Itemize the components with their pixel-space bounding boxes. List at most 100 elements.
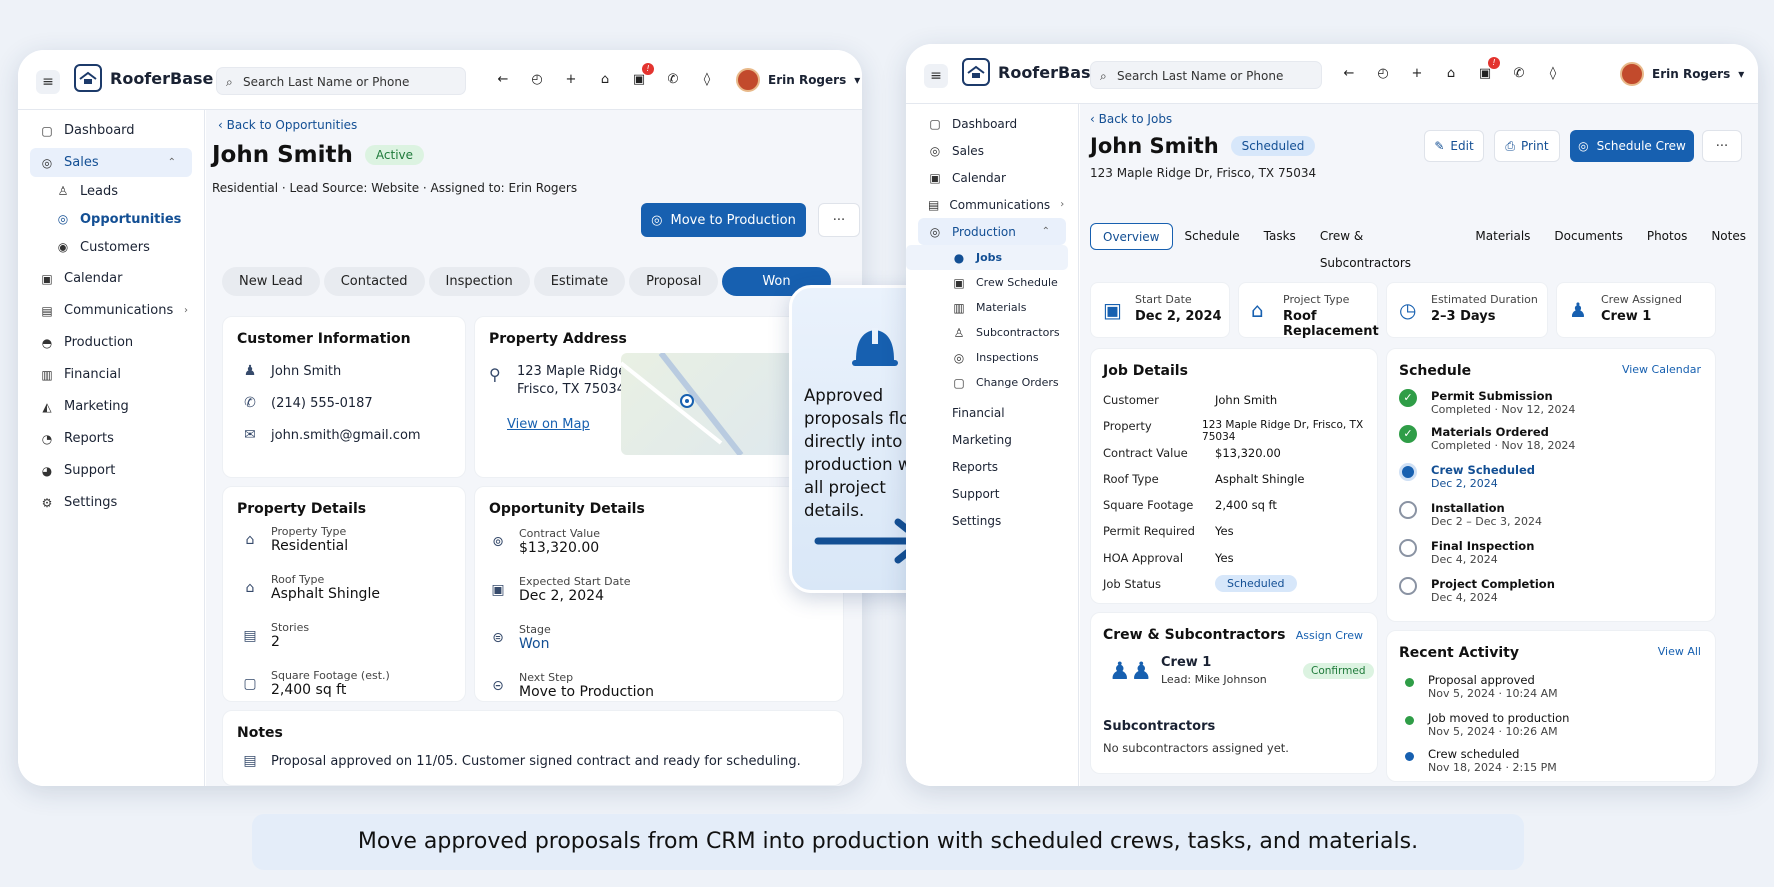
sidebar-item-jobs[interactable]: ● Jobs: [906, 245, 1068, 270]
inbox-icon[interactable]: ▣!: [632, 63, 654, 87]
sidebar-item-sales[interactable]: ◎ Sales ⌃: [30, 148, 192, 177]
current-step-icon: [1399, 463, 1417, 481]
back-link[interactable]: ‹ Back to Opportunities: [218, 118, 357, 132]
sidebar-item-settings[interactable]: Settings: [906, 507, 1078, 534]
dashboard-icon: ▢: [929, 116, 941, 131]
view-calendar-link[interactable]: View Calendar: [1622, 363, 1701, 376]
menu-icon[interactable]: ≡: [36, 70, 60, 94]
history-icon[interactable]: ◴: [530, 72, 544, 87]
card-title: Schedule: [1399, 363, 1472, 379]
tab-schedule[interactable]: Schedule: [1173, 223, 1252, 250]
stage-inspection[interactable]: Inspection: [428, 267, 530, 296]
sidebar-item-settings[interactable]: ⚙ Settings: [18, 488, 204, 517]
sidebar-item-sales[interactable]: ◎ Sales: [906, 137, 1078, 164]
sidebar-item-dashboard[interactable]: ▢ Dashboard: [906, 110, 1078, 137]
sidebar-item-support[interactable]: ◕ Support: [18, 456, 204, 485]
drop-icon[interactable]: ◊: [1546, 66, 1560, 81]
sidebar-item-financial[interactable]: Financial: [906, 399, 1078, 426]
stage-new-lead[interactable]: New Lead: [222, 267, 320, 296]
target-icon: ◎: [929, 224, 941, 239]
search-input[interactable]: ⌕ Search Last Name or Phone: [216, 67, 466, 95]
roof-icon: ⌂: [245, 579, 255, 596]
search-input[interactable]: ⌕ Search Last Name or Phone: [1090, 61, 1322, 89]
tab-tasks[interactable]: Tasks: [1252, 223, 1308, 250]
status-dot-icon: [1405, 678, 1414, 687]
back-arrow-icon[interactable]: ←: [1342, 66, 1356, 81]
sidebar-item-communications[interactable]: ▤ Communications ›: [906, 191, 1078, 218]
roof-logo-icon: [962, 58, 990, 86]
sidebar-item-marketing[interactable]: Marketing: [906, 426, 1078, 453]
user-menu[interactable]: Erin Rogers ▾: [736, 68, 860, 92]
stat-project-type: ⌂ Project Type Roof Replacement: [1238, 282, 1379, 339]
tab-photos[interactable]: Photos: [1635, 223, 1699, 250]
print-button[interactable]: ⎙ Print: [1494, 130, 1560, 162]
edit-button[interactable]: ✎ Edit: [1424, 130, 1484, 162]
sidebar-item-marketing[interactable]: ◭ Marketing: [18, 392, 204, 421]
home-icon[interactable]: ⌂: [1444, 66, 1458, 81]
assign-crew-link[interactable]: Assign Crew: [1296, 629, 1363, 642]
add-icon[interactable]: +: [564, 72, 578, 87]
view-all-link[interactable]: View All: [1658, 645, 1701, 658]
chevron-down-icon: ▾: [1738, 67, 1745, 81]
sidebar-item-opportunities[interactable]: ◎ Opportunities: [18, 205, 204, 233]
stage-contacted[interactable]: Contacted: [323, 267, 425, 296]
customer-email[interactable]: ✉ john.smith@gmail.com: [241, 427, 420, 443]
more-button[interactable]: ···: [1702, 130, 1742, 162]
job-row: Contract Value $13,320.00: [1103, 446, 1281, 460]
customer-phone[interactable]: ✆ (214) 555-0187: [241, 395, 373, 411]
phone-icon[interactable]: ✆: [1512, 66, 1526, 81]
stage-estimate[interactable]: Estimate: [533, 267, 626, 296]
back-link[interactable]: ‹ Back to Jobs: [1090, 112, 1172, 126]
sidebar-item-calendar[interactable]: ▣ Calendar: [906, 164, 1078, 191]
menu-icon[interactable]: ≡: [924, 64, 948, 88]
sidebar-item-change-orders[interactable]: ▢ Change Orders: [906, 370, 1078, 395]
people-icon: ♙: [953, 325, 965, 340]
square-icon: ▢: [243, 675, 257, 692]
app-logo[interactable]: RooferBase: [74, 64, 213, 92]
tab-crew[interactable]: Crew & Subcontractors: [1308, 223, 1464, 270]
more-button[interactable]: ···: [818, 203, 860, 237]
detail-property-type: ⌂ Property Type Residential: [241, 525, 349, 554]
sidebar-item-financial[interactable]: ▥ Financial: [18, 360, 204, 389]
user-menu[interactable]: Erin Rogers ▾: [1620, 62, 1744, 86]
sidebar-item-production[interactable]: ◎ Production ⌃: [918, 218, 1066, 245]
inbox-icon[interactable]: ▣!: [1478, 57, 1500, 81]
sidebar-item-customers[interactable]: ◉ Customers: [18, 233, 204, 261]
history-icon[interactable]: ◴: [1376, 66, 1390, 81]
support-icon: ◕: [41, 463, 53, 478]
sidebar-item-dashboard[interactable]: ▢ Dashboard: [18, 116, 204, 145]
sidebar-item-inspections[interactable]: ◎ Inspections: [906, 345, 1078, 370]
view-on-map-link[interactable]: View on Map: [507, 417, 590, 432]
back-arrow-icon[interactable]: ←: [496, 72, 510, 87]
tab-notes[interactable]: Notes: [1699, 223, 1758, 250]
home-icon[interactable]: ⌂: [598, 72, 612, 87]
app-logo[interactable]: RooferBase: [962, 58, 1101, 86]
add-icon[interactable]: +: [1410, 66, 1424, 81]
check-icon: ✓: [1399, 389, 1417, 407]
sidebar-item-crew-schedule[interactable]: ▣ Crew Schedule: [906, 270, 1078, 295]
sidebar-item-support[interactable]: Support: [906, 480, 1078, 507]
sidebar: ▢ Dashboard ◎ Sales ⌃ ♙ Leads ◎ Opportunities…: [18, 110, 205, 786]
customers-icon: ◉: [57, 240, 69, 254]
tab-overview[interactable]: Overview: [1090, 223, 1173, 250]
tab-documents[interactable]: Documents: [1542, 223, 1634, 250]
tab-materials[interactable]: Materials: [1463, 223, 1542, 250]
sidebar-item-subcontractors[interactable]: ♙ Subcontractors: [906, 320, 1078, 345]
schedule-crew-button[interactable]: ◎ Schedule Crew: [1570, 130, 1694, 162]
sidebar-item-reports[interactable]: ◔ Reports: [18, 424, 204, 453]
house-icon: ⌂: [245, 531, 255, 548]
stage-proposal[interactable]: Proposal: [629, 267, 719, 296]
drop-icon[interactable]: ◊: [700, 72, 714, 87]
inspection-icon: ◎: [953, 350, 965, 365]
people-icon: ♟♟: [1109, 657, 1153, 685]
move-to-production-button[interactable]: ◎ Move to Production: [641, 203, 806, 237]
job-row: Roof Type Asphalt Shingle: [1103, 472, 1305, 486]
sidebar-item-leads[interactable]: ♙ Leads: [18, 177, 204, 205]
sidebar-item-calendar[interactable]: ▣ Calendar: [18, 264, 204, 293]
phone-icon[interactable]: ✆: [666, 72, 680, 87]
sidebar-item-production[interactable]: ◓ Production: [18, 328, 204, 357]
page-subtitle: Residential · Lead Source: Website · Ass…: [212, 181, 578, 195]
sidebar-item-materials[interactable]: ▥ Materials: [906, 295, 1078, 320]
sidebar-item-reports[interactable]: Reports: [906, 453, 1078, 480]
sidebar-item-communications[interactable]: ▤ Communications ›: [18, 296, 204, 325]
